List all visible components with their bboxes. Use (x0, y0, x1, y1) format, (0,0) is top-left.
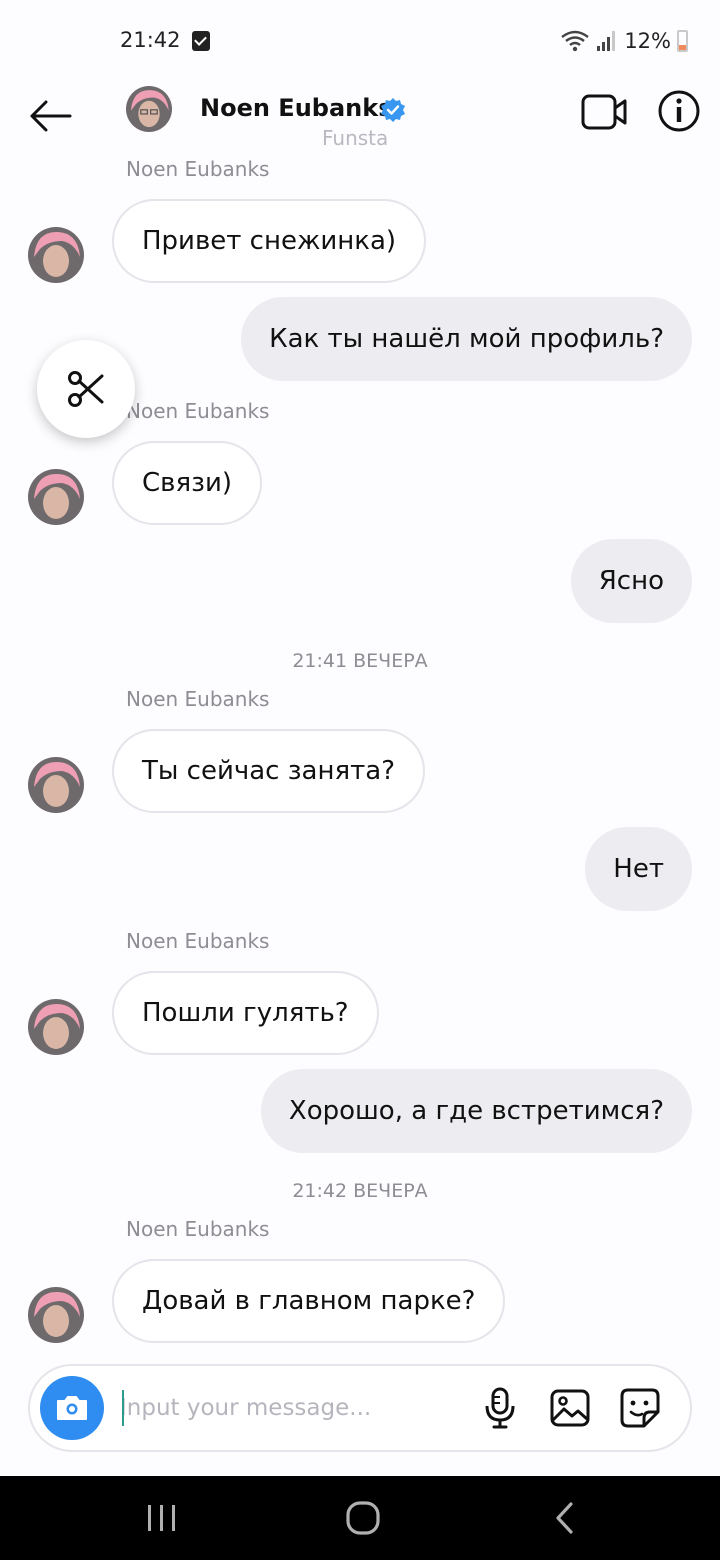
wifi-icon (561, 30, 590, 52)
back-button[interactable] (22, 88, 78, 144)
sender-avatar[interactable] (28, 469, 84, 525)
info-icon (658, 90, 700, 132)
status-indicators: 12% (560, 26, 688, 56)
system-back-button[interactable] (535, 1496, 595, 1540)
contact-avatar[interactable] (126, 86, 172, 132)
sticker-button[interactable] (618, 1386, 662, 1430)
image-icon (550, 1389, 590, 1427)
message-bubble-incoming[interactable]: Пошли гулять? (112, 971, 379, 1055)
sender-name: Noen Eubanks (126, 687, 270, 711)
message-bubble-incoming[interactable]: Привет снежинка) (112, 199, 427, 283)
scissors-icon (68, 371, 104, 407)
battery-percent: 12% (624, 29, 671, 53)
sender-name: Noen Eubanks (126, 1217, 270, 1241)
message-bubble-incoming[interactable]: Довай в главном парке? (112, 1259, 506, 1343)
gallery-button[interactable] (548, 1386, 592, 1430)
message-input[interactable] (120, 1384, 460, 1432)
info-button[interactable] (656, 88, 702, 134)
notification-check-icon (192, 31, 210, 51)
verified-badge-icon (381, 98, 405, 122)
sender-name: Noen Eubanks (126, 157, 270, 181)
message-bubble-outgoing[interactable]: Как ты нашёл мой профиль? (241, 297, 692, 381)
status-bar: 21:42 12% (0, 0, 720, 80)
chat-header: Noen Eubanks Funsta (0, 80, 720, 160)
recent-apps-icon (148, 1505, 175, 1531)
message-bubble-outgoing[interactable]: Хорошо, а где встретимся? (260, 1069, 692, 1153)
sender-avatar[interactable] (28, 227, 84, 283)
sender-name: Noen Eubanks (126, 929, 270, 953)
camera-icon (57, 1396, 87, 1420)
sender-avatar[interactable] (28, 757, 84, 813)
timestamp-separator: 21:41 ВЕЧЕРА (292, 650, 428, 672)
contact-name[interactable]: Noen Eubanks (200, 94, 392, 122)
screenshot-scissors-button[interactable] (37, 340, 135, 438)
sender-avatar[interactable] (28, 999, 84, 1055)
timestamp-separator: 21:42 ВЕЧЕРА (292, 1180, 428, 1202)
home-icon (346, 1501, 380, 1535)
sticker-icon (620, 1388, 660, 1428)
microphone-icon (485, 1387, 515, 1429)
message-bubble-incoming[interactable]: Связи) (112, 441, 262, 525)
sender-name: Noen Eubanks (126, 399, 270, 423)
home-button[interactable] (333, 1496, 393, 1540)
camera-button[interactable] (40, 1376, 104, 1440)
message-bubble-outgoing[interactable]: Ясно (570, 539, 692, 623)
arrow-left-icon (30, 100, 72, 132)
contact-subtitle: Funsta (322, 126, 389, 150)
recent-apps-button[interactable] (132, 1496, 192, 1540)
message-bubble-incoming[interactable]: Ты сейчас занята? (112, 729, 425, 813)
sender-avatar[interactable] (28, 1287, 84, 1343)
voice-message-button[interactable] (478, 1386, 522, 1430)
signal-icon (597, 31, 616, 51)
status-time: 21:42 (120, 28, 181, 52)
text-caret (122, 1390, 124, 1426)
video-call-button[interactable] (580, 90, 628, 134)
video-camera-icon (581, 94, 627, 130)
message-composer (28, 1364, 692, 1452)
system-navigation-bar (0, 1476, 720, 1560)
message-bubble-outgoing[interactable]: Нет (585, 827, 692, 911)
battery-icon (677, 30, 688, 52)
chevron-left-icon (556, 1502, 573, 1534)
